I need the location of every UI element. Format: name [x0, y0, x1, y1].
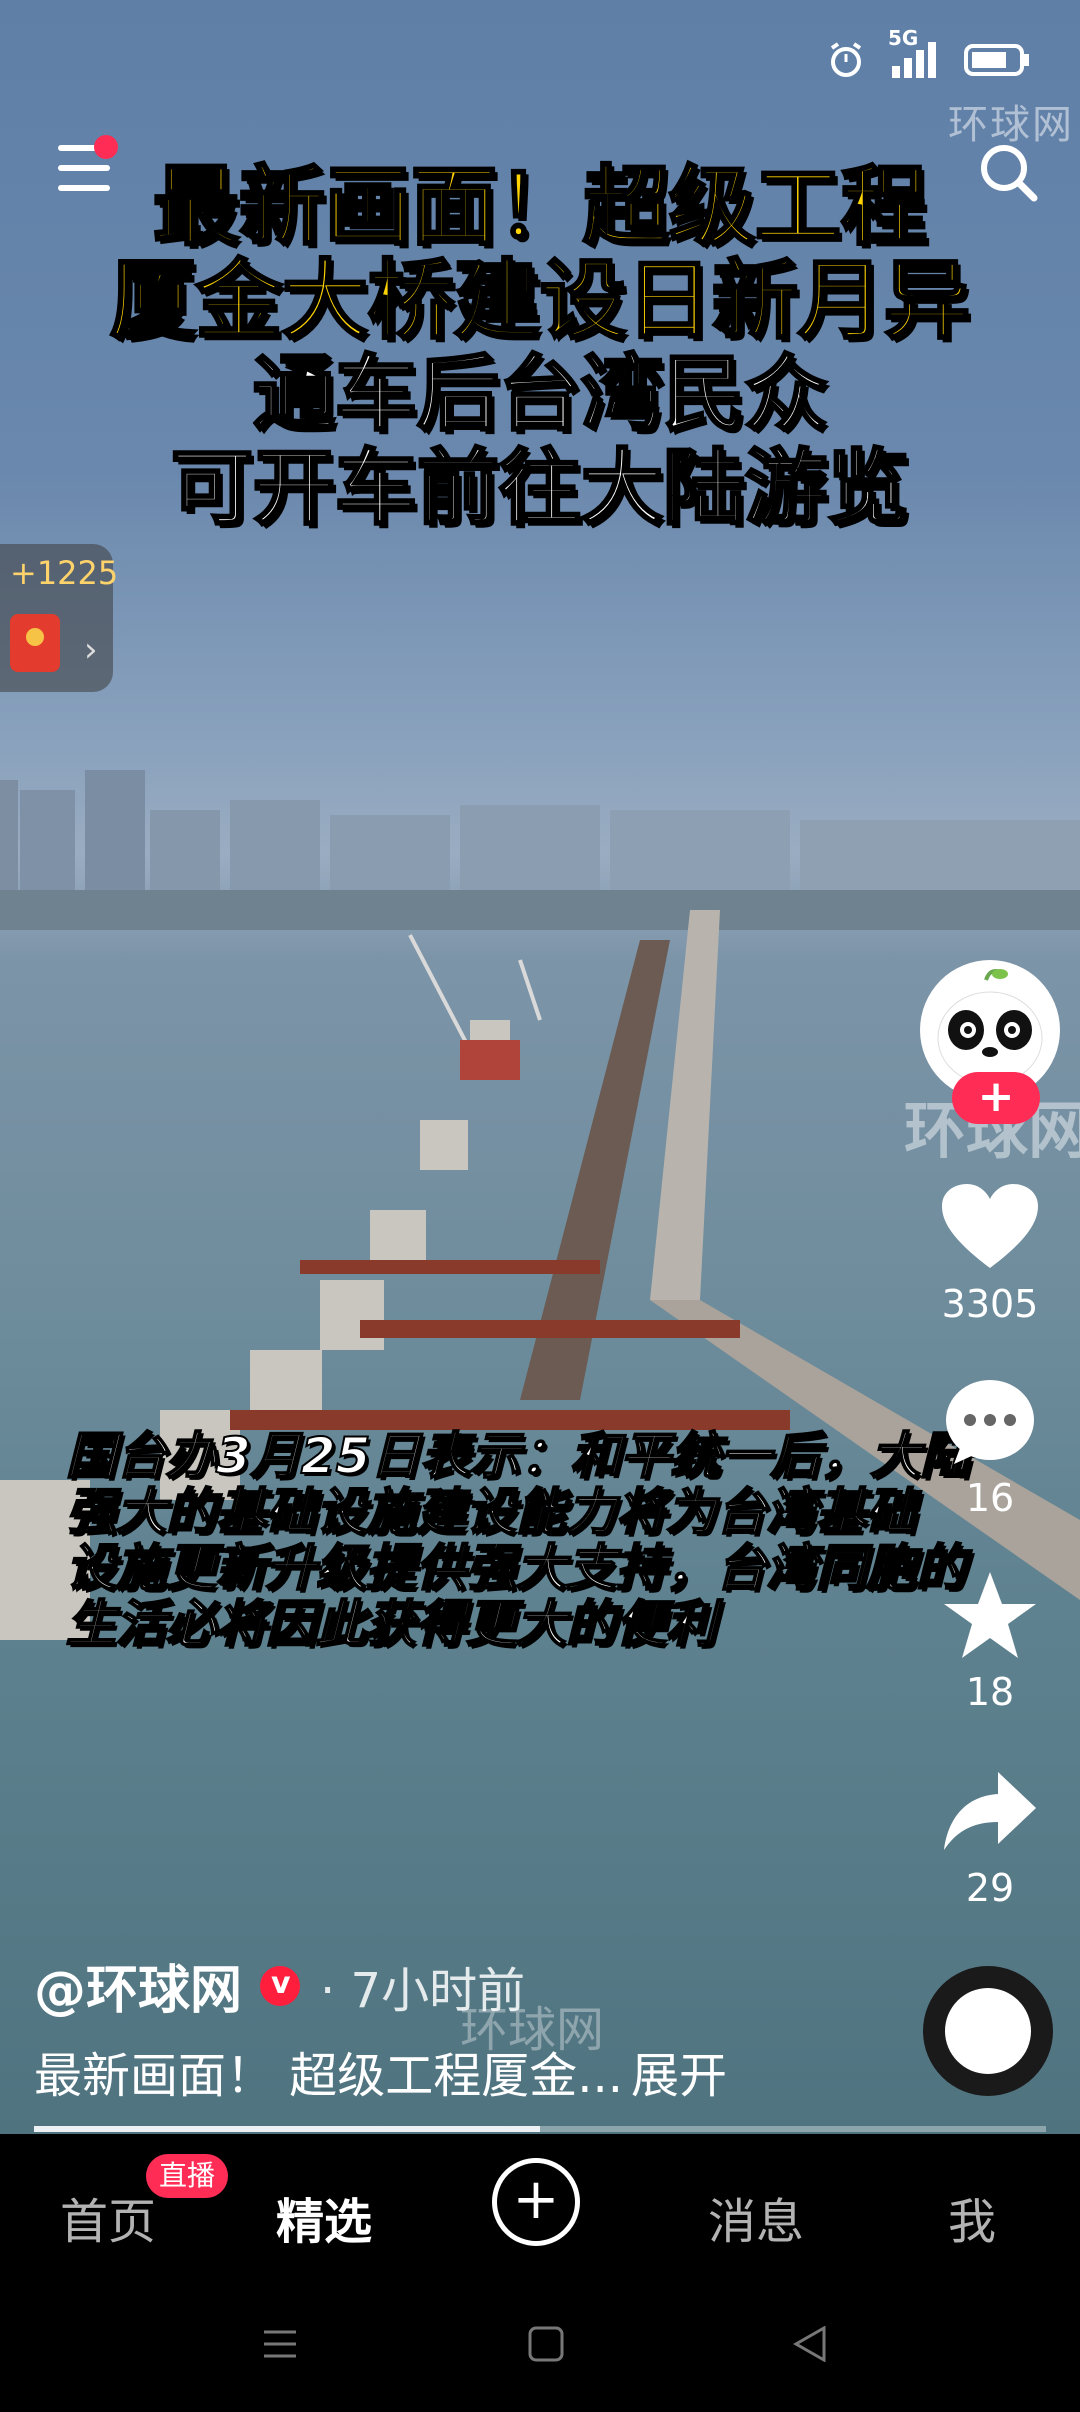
share-count: 29 — [965, 1866, 1015, 1910]
watermark-top: 环球网 — [948, 102, 1074, 148]
music-disc-avatar-icon — [945, 1988, 1031, 2074]
video-feed-screen: 5G 环球网 最新画面！超级工程 厦金大桥建设日新月异 通车后台湾民众 可开车前… — [0, 0, 1080, 2412]
back-button[interactable] — [792, 2325, 828, 2366]
headline-line-3: 通车后台湾民众 — [251, 346, 828, 443]
description-text: 最新画面！ 超级工程厦金... — [34, 2048, 624, 2104]
signal-icon: 5G — [888, 26, 942, 84]
notification-dot — [94, 135, 118, 159]
progress-fill — [34, 2126, 540, 2132]
author-name[interactable]: @环球网 — [34, 1948, 242, 2023]
coin-reward-widget[interactable]: +1225 › — [0, 544, 118, 692]
favorite-count: 18 — [965, 1670, 1015, 1714]
bottom-navigation: 首页 直播 精选 + 消息 我 — [0, 2134, 1080, 2284]
square-icon — [528, 2326, 564, 2362]
headline-line-4: 可开车前往大陆游览 — [169, 440, 910, 537]
post-time: · 7小时前 — [320, 1962, 526, 2019]
headline-line-1: 最新画面！超级工程 — [152, 157, 929, 257]
caption-line-1: 国台办3月25日表示：和平统一后，大陆 — [65, 1427, 971, 1485]
music-disc[interactable] — [923, 1966, 1053, 2096]
headline-line-2: 厦金大桥建设日新月异 — [109, 251, 972, 351]
comment-count: 16 — [965, 1476, 1015, 1520]
live-badge: 直播 — [146, 2154, 228, 2198]
nav-me[interactable]: 我 — [948, 2182, 996, 2252]
red-envelope-icon — [10, 614, 60, 672]
like-count: 3305 — [941, 1282, 1039, 1326]
caption-line-4: 生活必将因此获得更大的便利 — [65, 1595, 717, 1653]
comment-icon — [946, 1380, 1034, 1464]
expand-link[interactable]: 展开 — [631, 2048, 727, 2104]
video-headline: 最新画面！超级工程 厦金大桥建设日新月异 通车后台湾民众 可开车前往大陆游览 — [0, 157, 1080, 538]
video-caption-overlay: 国台办3月25日表示：和平统一后，大陆 强大的基础设施建设能力将为台湾基础 设施… — [65, 1427, 1026, 1653]
triangle-back-icon — [792, 2325, 826, 2363]
share-button[interactable]: 29 — [940, 1766, 1040, 1910]
post-description[interactable]: 最新画面！ 超级工程厦金... 展开 — [34, 2036, 727, 2106]
star-icon — [944, 1572, 1036, 1658]
recent-apps-button[interactable] — [262, 2326, 298, 2366]
follow-button[interactable]: + — [952, 1072, 1040, 1124]
share-arrow-icon — [944, 1772, 1036, 1850]
status-bar: 5G — [0, 26, 1080, 100]
nav-home[interactable]: 首页 — [60, 2182, 156, 2252]
battery-icon — [964, 42, 1030, 82]
system-navigation-bar — [0, 2284, 1080, 2412]
chevron-right-icon: › — [84, 630, 98, 670]
author-row: @环球网 · 7小时前 — [34, 1948, 525, 2023]
create-button[interactable]: + — [492, 2158, 580, 2246]
coin-value: +1225 — [10, 554, 119, 592]
heart-icon — [942, 1184, 1038, 1268]
home-button[interactable] — [528, 2326, 564, 2366]
nav-messages[interactable]: 消息 — [708, 2182, 804, 2252]
caption-line-2: 强大的基础设施建设能力将为台湾基础 — [65, 1483, 917, 1541]
menu-lines-icon — [264, 2330, 296, 2358]
favorite-button[interactable]: 18 — [940, 1570, 1040, 1714]
caption-line-3: 设施更新升级提供强大支持，台湾同胞的 — [65, 1539, 967, 1597]
alarm-icon — [826, 40, 866, 84]
comment-button[interactable]: 16 — [940, 1376, 1040, 1520]
video-progress-bar[interactable] — [34, 2126, 1046, 2132]
like-button[interactable]: 3305 — [940, 1182, 1040, 1326]
verified-badge-icon — [260, 1965, 301, 2006]
network-type: 5G — [888, 26, 919, 50]
nav-featured[interactable]: 精选 — [276, 2182, 372, 2252]
